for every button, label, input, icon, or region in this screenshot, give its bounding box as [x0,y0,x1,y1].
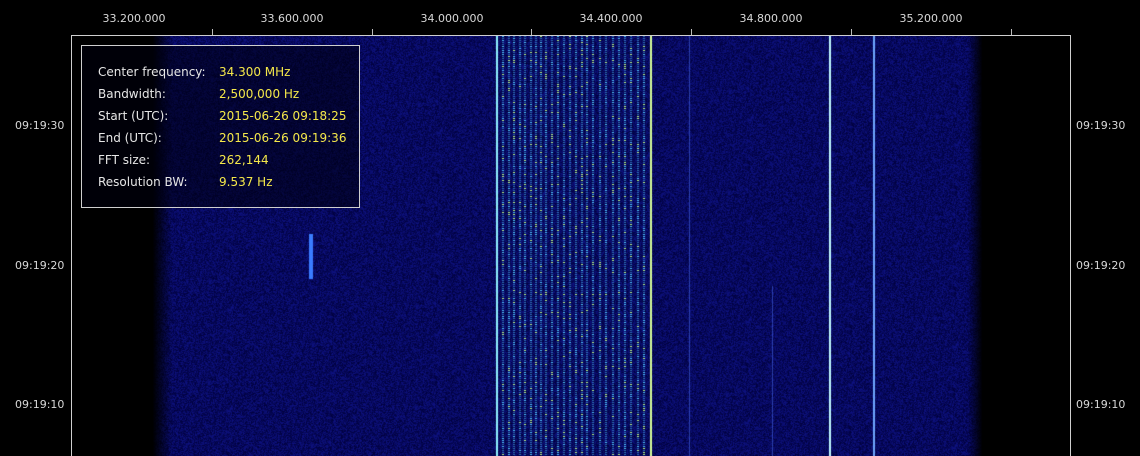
time-label-right-091920: 09:19:20 [1076,259,1126,272]
freq-label-35200000: 35.200.000 [899,12,963,25]
time-label-right-093930: 09:19:30 [1076,119,1126,132]
freq-label-33200000: 33.200.000 [102,12,166,25]
time-label-right-091910: 09:19:10 [1076,398,1126,411]
freq-label-33600000: 33.600.000 [260,12,324,25]
freq-label-34800000: 34.800.000 [739,12,803,25]
info-key: Center frequency: [98,65,206,79]
time-label-left-091910: 09:19:10 [15,398,65,411]
info-key: Start (UTC): [98,109,169,123]
info-value: 9.537 Hz [219,175,273,189]
info-key: Resolution BW: [98,175,188,189]
frequency-axis: 33.200.000 33.600.000 34.000.000 34.400.… [0,0,1140,36]
info-row-start: Start (UTC): 2015-06-26 09:18:25 [98,109,346,125]
time-label-left-093930: 09:19:30 [15,119,65,132]
freq-label-34400000: 34.400.000 [579,12,643,25]
info-row-fft-size: FFT size: 262,144 [98,153,269,169]
info-row-center-frequency: Center frequency: 34.300 MHz [98,65,290,81]
info-value: 2,500,000 Hz [219,87,300,101]
info-row-bandwidth: Bandwidth: 2,500,000 Hz [98,87,299,103]
info-key: FFT size: [98,153,151,167]
info-row-resolution-bw: Resolution BW: 9.537 Hz [98,175,273,191]
info-key: Bandwidth: [98,87,166,101]
info-value: 262,144 [219,153,269,167]
info-box: Center frequency: 34.300 MHz Bandwidth: 2,… [81,45,360,208]
info-value: 2015-06-26 09:19:36 [219,131,347,145]
info-value: 2015-06-26 09:18:25 [219,109,347,123]
info-row-end: End (UTC): 2015-06-26 09:19:36 [98,131,346,147]
info-key: End (UTC): [98,131,162,145]
info-value: 34.300 MHz [219,65,291,79]
freq-label-34000000: 34.000.000 [420,12,484,25]
time-label-left-091920: 09:19:20 [15,259,65,272]
